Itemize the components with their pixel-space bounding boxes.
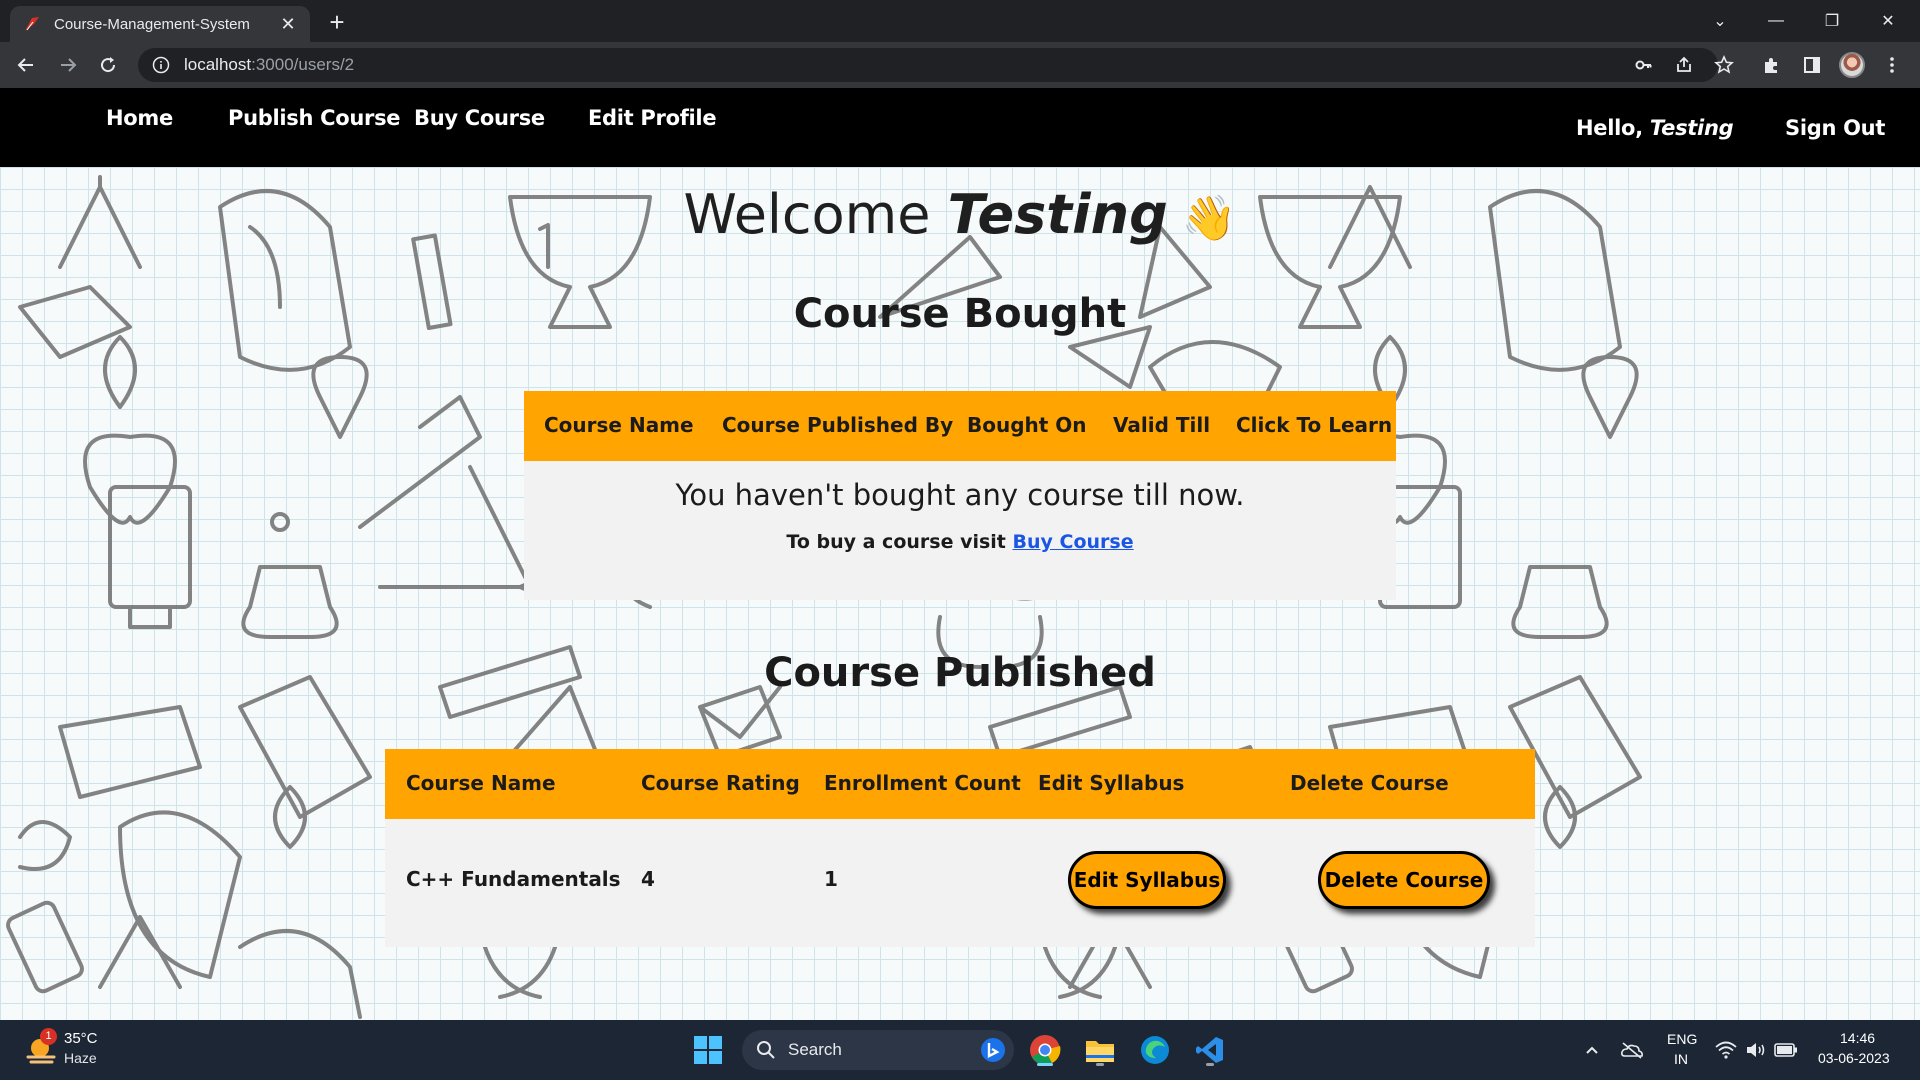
address-bar[interactable]: localhost:3000/users/2	[138, 48, 1734, 82]
header-click-to-learn: Click To Learn	[1236, 413, 1393, 437]
site-info-icon[interactable]	[152, 56, 170, 74]
header-course-name: Course Name	[544, 413, 694, 437]
site-navbar: Home Publish Course Buy Course Edit Prof…	[0, 88, 1920, 167]
nav-home-link[interactable]: Home	[106, 106, 173, 130]
welcome-username: Testing	[947, 183, 1168, 246]
restore-button[interactable]: ❐	[1804, 0, 1860, 42]
extensions-puzzle-icon[interactable]	[1756, 49, 1788, 81]
course-published-title: Course Published	[764, 650, 1156, 696]
course-bought-title: Course Bought	[793, 291, 1127, 337]
running-indicator	[1206, 1063, 1214, 1066]
header-bought-on: Bought On	[967, 413, 1087, 437]
buy-course-hint: To buy a course visit Buy Course	[786, 531, 1134, 553]
clock-time[interactable]: 14:46	[1840, 1030, 1875, 1046]
running-indicator	[1096, 1063, 1104, 1066]
new-tab-button[interactable]: +	[322, 8, 352, 38]
search-icon	[757, 1041, 775, 1059]
site-favicon-icon	[22, 14, 42, 34]
show-hidden-icons-chevron-icon[interactable]	[1572, 1030, 1612, 1070]
minimize-button[interactable]: —	[1748, 0, 1804, 42]
reload-icon[interactable]	[92, 49, 124, 81]
no-courses-message: You haven't bought any course till now.	[675, 478, 1245, 512]
bookmark-star-icon[interactable]	[1708, 48, 1740, 82]
nav-buy-course-link[interactable]: Buy Course	[414, 106, 545, 130]
header-course-rating: Course Rating	[641, 771, 800, 795]
nav-edit-profile-link[interactable]: Edit Profile	[588, 106, 717, 130]
course-name-cell: C++ Fundamentals	[406, 867, 621, 891]
course-bought-header: Course Name Course Published By Bought O…	[524, 391, 1396, 461]
enrollment-count-cell: 1	[824, 867, 838, 891]
forward-icon[interactable]	[52, 49, 84, 81]
url-text: localhost:3000/users/2	[184, 55, 355, 74]
windows-taskbar: 1 35°C Haze Search ENG IN 14:46 03-06-20…	[0, 1020, 1920, 1080]
taskbar-search-box[interactable]: Search	[742, 1030, 1014, 1070]
input-language-eng[interactable]: ENG	[1667, 1031, 1697, 1047]
taskbar-search-label: Search	[788, 1040, 842, 1059]
windows-start-icon[interactable]	[688, 1030, 728, 1070]
side-panel-icon[interactable]	[1796, 49, 1828, 81]
course-rating-cell: 4	[641, 867, 655, 891]
buy-course-inline-link[interactable]: Buy Course	[1013, 531, 1134, 553]
edge-taskbar-icon[interactable]	[1135, 1030, 1175, 1070]
header-edit-syllabus: Edit Syllabus	[1038, 771, 1185, 795]
tab-title: Course-Management-System	[54, 15, 250, 33]
browser-tabstrip: Course-Management-System ✕ + ⌄ — ❐ ✕	[0, 0, 1920, 42]
header-course-name: Course Name	[406, 771, 556, 795]
back-icon[interactable]	[10, 49, 42, 81]
clock-date[interactable]: 03-06-2023	[1818, 1050, 1890, 1066]
weather-notification-badge: 1	[40, 1028, 57, 1045]
course-published-header: Course Name Course Rating Enrollment Cou…	[385, 749, 1535, 819]
battery-charging-icon[interactable]	[1766, 1030, 1806, 1070]
waving-hand-icon: 👋	[1181, 193, 1237, 244]
profile-avatar[interactable]	[1836, 49, 1868, 81]
onedrive-offline-icon[interactable]	[1612, 1030, 1652, 1070]
user-greeting: Hello, Testing	[1576, 116, 1734, 140]
course-bought-table: Course Name Course Published By Bought O…	[524, 391, 1396, 600]
bing-icon	[981, 1038, 1005, 1062]
sign-out-link[interactable]: Sign Out	[1785, 116, 1885, 140]
header-enrollment-count: Enrollment Count	[824, 771, 1021, 795]
greeting-username: Testing	[1649, 116, 1734, 140]
page-viewport: Home Publish Course Buy Course Edit Prof…	[0, 88, 1920, 1020]
header-course-published-by: Course Published By	[722, 413, 954, 437]
vscode-taskbar-icon[interactable]	[1190, 1030, 1230, 1070]
course-published-table: Course Name Course Rating Enrollment Cou…	[385, 749, 1535, 947]
chrome-taskbar-icon[interactable]	[1025, 1030, 1065, 1070]
welcome-heading: Welcome Testing 👋	[683, 183, 1237, 246]
edit-syllabus-button[interactable]: Edit Syllabus	[1068, 851, 1226, 909]
tab-search-icon[interactable]: ⌄	[1692, 0, 1748, 42]
close-window-button[interactable]: ✕	[1860, 0, 1916, 42]
file-explorer-taskbar-icon[interactable]	[1080, 1030, 1120, 1070]
browser-menu-icon[interactable]	[1876, 49, 1908, 81]
header-valid-till: Valid Till	[1113, 413, 1211, 437]
password-key-icon[interactable]	[1628, 48, 1660, 82]
delete-course-button[interactable]: Delete Course	[1318, 851, 1490, 909]
tab-close-icon[interactable]: ✕	[278, 14, 298, 35]
nav-publish-course-link[interactable]: Publish Course	[228, 106, 401, 130]
browser-tab[interactable]: Course-Management-System ✕	[10, 6, 310, 42]
input-language-region[interactable]: IN	[1674, 1051, 1688, 1067]
header-delete-course: Delete Course	[1290, 771, 1449, 795]
weather-description: Haze	[64, 1050, 97, 1066]
browser-toolbar: localhost:3000/users/2	[0, 42, 1920, 88]
share-icon[interactable]	[1668, 48, 1700, 82]
running-indicator	[1037, 1063, 1053, 1066]
weather-temperature: 35°C	[64, 1030, 98, 1047]
